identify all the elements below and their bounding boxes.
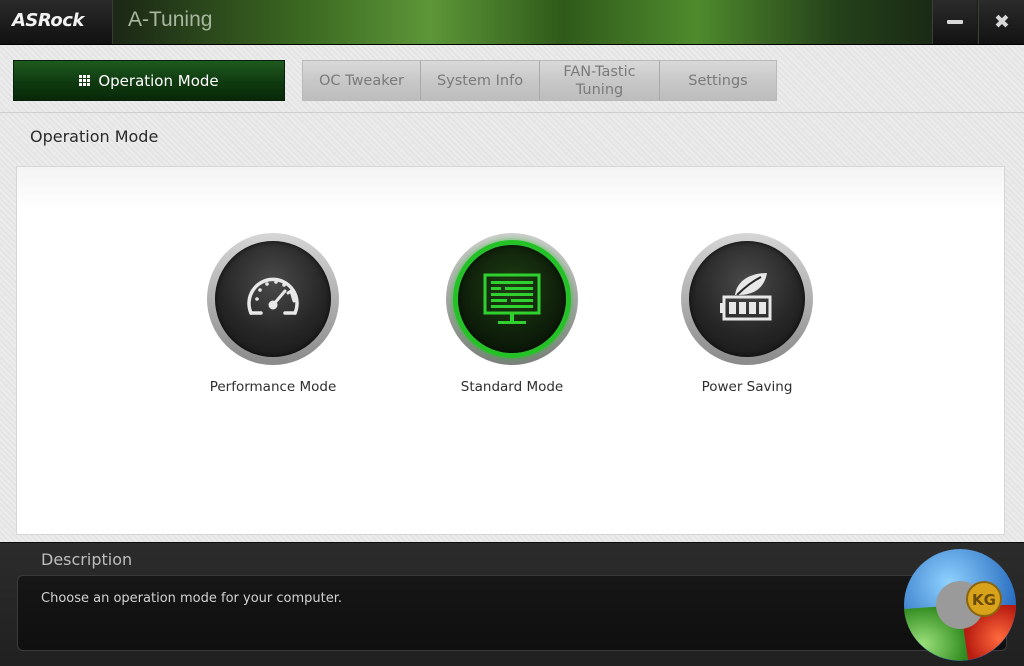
- tab-fan-tastic-tuning[interactable]: FAN-Tastic Tuning: [540, 61, 660, 100]
- close-button[interactable]: ✖: [978, 0, 1024, 44]
- description-panel: Description Choose an operation mode for…: [0, 542, 1024, 666]
- description-title: Description: [41, 550, 133, 569]
- power-saving-label: Power Saving: [701, 379, 793, 395]
- main-panel: Operation Mode OC Tweaker System Info FA…: [0, 45, 1024, 542]
- tab-bar: OC Tweaker System Info FAN-Tastic Tuning…: [302, 60, 777, 101]
- close-icon: ✖: [994, 11, 1010, 33]
- tab-settings[interactable]: Settings: [660, 61, 776, 100]
- brand-logo-text: ASRock: [12, 10, 84, 31]
- app-title: A-Tuning: [128, 8, 213, 31]
- mode-panel: Performance Mode Standard Mode Power Sav…: [16, 166, 1005, 535]
- tab-divider: [0, 112, 1024, 113]
- speedometer-icon: [247, 277, 299, 315]
- leaf-battery-icon: [720, 273, 772, 321]
- tab-label: OC Tweaker: [318, 72, 405, 89]
- performance-mode-circle: [207, 233, 339, 365]
- tab-system-info[interactable]: System Info: [421, 61, 540, 100]
- minimize-icon: [947, 20, 963, 24]
- performance-mode-button[interactable]: Performance Mode: [173, 233, 373, 395]
- tab-operation-mode[interactable]: Operation Mode: [13, 60, 285, 101]
- power-saving-button[interactable]: Power Saving: [647, 233, 847, 395]
- section-title: Operation Mode: [30, 127, 159, 146]
- standard-mode-button[interactable]: Standard Mode: [412, 233, 612, 395]
- standard-mode-label: Standard Mode: [460, 379, 564, 395]
- tab-label: System Info: [436, 72, 524, 89]
- tab-operation-mode-label: Operation Mode: [98, 71, 219, 90]
- tab-oc-tweaker[interactable]: OC Tweaker: [303, 61, 421, 100]
- standard-mode-circle: [446, 233, 578, 365]
- minimize-button[interactable]: [932, 0, 977, 44]
- kg-watermark-logo: KG: [904, 549, 1016, 661]
- watermark-text: KG: [972, 591, 996, 609]
- brand-logo: ASRock: [0, 0, 113, 44]
- monitor-icon: [483, 273, 541, 324]
- tab-label: FAN-Tastic Tuning: [563, 63, 636, 98]
- description-box: Choose an operation mode for your comput…: [17, 575, 1007, 651]
- tab-label: Settings: [688, 72, 748, 89]
- grid-icon: [79, 75, 91, 86]
- performance-mode-label: Performance Mode: [209, 379, 337, 395]
- description-text: Choose an operation mode for your comput…: [41, 591, 343, 606]
- power-saving-circle: [681, 233, 813, 365]
- title-bar: ASRock A-Tuning ✖: [0, 0, 1024, 45]
